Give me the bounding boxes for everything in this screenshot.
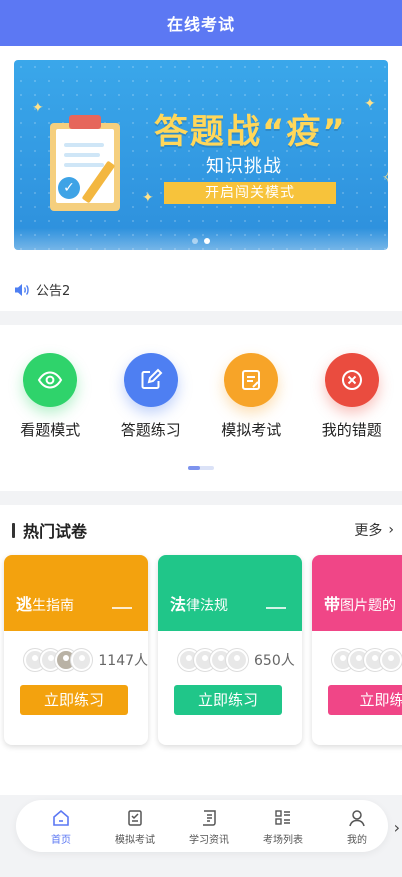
avatar (70, 649, 93, 671)
section-title: 热门试卷 (12, 518, 87, 542)
entry-label: 看题模式 (20, 421, 81, 439)
card-cover: 逃生指南 (4, 555, 148, 631)
avatar (380, 649, 402, 671)
card-cover: 法律法规 (158, 555, 302, 631)
participant-count: 650人 (254, 653, 295, 669)
practice-button[interactable]: 立即练习 (174, 685, 282, 715)
practice-button[interactable]: 立即练习 (20, 685, 128, 715)
tab-label: 我的 (347, 835, 367, 846)
avatar (226, 649, 248, 671)
participant-count: 1147人 (98, 653, 148, 669)
tab-label: 学习资讯 (189, 835, 229, 846)
page-header: 在线考试 (0, 0, 402, 46)
tab-mock-exam[interactable]: 模拟考试 (98, 808, 172, 846)
card-cover: 带图片题的 (312, 555, 402, 631)
paper-card[interactable]: 逃生指南 1147人 立即练习 (4, 555, 148, 745)
entry-label: 模拟考试 (221, 421, 282, 439)
star-icon: ✦ (364, 96, 376, 112)
star-icon: ✦ (142, 190, 154, 206)
tab-mine[interactable]: 我的 (320, 808, 394, 846)
tab-exam-rooms[interactable]: 考场列表 (246, 808, 320, 846)
bottom-tab-bar: 首页 模拟考试 学习资讯 考场列表 我的 › (0, 796, 402, 858)
tab-study-news[interactable]: 学习资讯 (172, 808, 246, 846)
card-title-initial: 法 (170, 595, 187, 614)
banner-title: 答题战“疫” (154, 112, 347, 152)
list-icon (275, 810, 290, 825)
exam-icon (128, 810, 142, 826)
card-title: 生指南 (32, 598, 75, 614)
entry-practice[interactable]: 答题练习 (108, 353, 194, 440)
tab-home[interactable]: 首页 (24, 808, 98, 846)
notice-bar[interactable]: 公告2 (14, 280, 388, 299)
edit-icon (123, 353, 178, 407)
more-link[interactable]: 更多 › (354, 520, 394, 540)
tab-label: 考场列表 (263, 835, 303, 846)
chevron-right-icon[interactable]: › (394, 818, 400, 837)
entry-label: 我的错题 (321, 421, 382, 439)
paper-card[interactable]: 带图片题的 立即练 (312, 555, 402, 745)
user-icon (349, 810, 365, 827)
top-section: ✦ ✦ ✧ ✦ ✓ 答题战“疫” 知识挑战 开启闯关模式 公告2 (0, 46, 402, 311)
card-title: 图片题的 (340, 598, 397, 614)
section-title-text: 热门试卷 (23, 522, 88, 541)
practice-button[interactable]: 立即练 (328, 685, 402, 715)
participant-avatars (332, 649, 402, 671)
clipboard-illustration: ✓ (42, 115, 127, 215)
banner-subtitle: 知识挑战 (206, 156, 282, 177)
card-title-initial: 逃 (16, 595, 33, 614)
tab-label: 首页 (51, 835, 71, 846)
paper-cards: 逃生指南 1147人 立即练习 法律法规 650人 立即练习 带图片题的 立即练 (0, 555, 402, 745)
home-icon (53, 809, 69, 826)
carousel-dots (192, 238, 210, 244)
entry-view-mode[interactable]: 看题模式 (7, 353, 93, 440)
chevron-right-icon: › (388, 522, 394, 538)
entry-mistakes[interactable]: 我的错题 (309, 353, 395, 440)
entry-page-indicator (0, 466, 402, 470)
card-title-initial: 带 (324, 595, 341, 614)
hot-papers-section: 热门试卷 更多 › 逃生指南 1147人 立即练习 法律法规 650人 立即练习… (0, 505, 402, 795)
exam-doc-icon (224, 353, 279, 407)
card-title: 律法规 (186, 598, 229, 614)
carousel-dot[interactable] (192, 238, 198, 244)
star-icon: ✧ (382, 170, 388, 186)
entry-mock-exam[interactable]: 模拟考试 (208, 353, 294, 440)
banner-start-button[interactable]: 开启闯关模式 (164, 182, 336, 204)
page-title: 在线考试 (166, 15, 235, 34)
paper-card[interactable]: 法律法规 650人 立即练习 (158, 555, 302, 745)
news-icon (203, 810, 216, 826)
feature-entries: 看题模式 答题练习 模拟考试 我的错题 (0, 325, 402, 491)
more-label: 更多 (354, 523, 383, 539)
carousel-dot-active[interactable] (204, 238, 210, 244)
tab-label: 模拟考试 (115, 835, 155, 846)
entry-label: 答题练习 (120, 421, 181, 439)
eye-icon (23, 353, 78, 407)
speaker-icon (15, 283, 29, 296)
banner-slide[interactable]: ✦ ✦ ✧ ✦ ✓ 答题战“疫” 知识挑战 开启闯关模式 (14, 60, 388, 250)
participant-avatars: 650人 (178, 649, 302, 671)
participant-avatars: 1147人 (24, 649, 148, 671)
star-icon: ✦ (32, 100, 44, 116)
notice-text: 公告2 (36, 284, 71, 299)
app-screen: 在线考试 ✦ ✦ ✧ ✦ ✓ 答题战“疫” 知识挑战 开启闯关模式 公告2 看题… (0, 0, 402, 877)
close-circle-icon (324, 353, 379, 407)
